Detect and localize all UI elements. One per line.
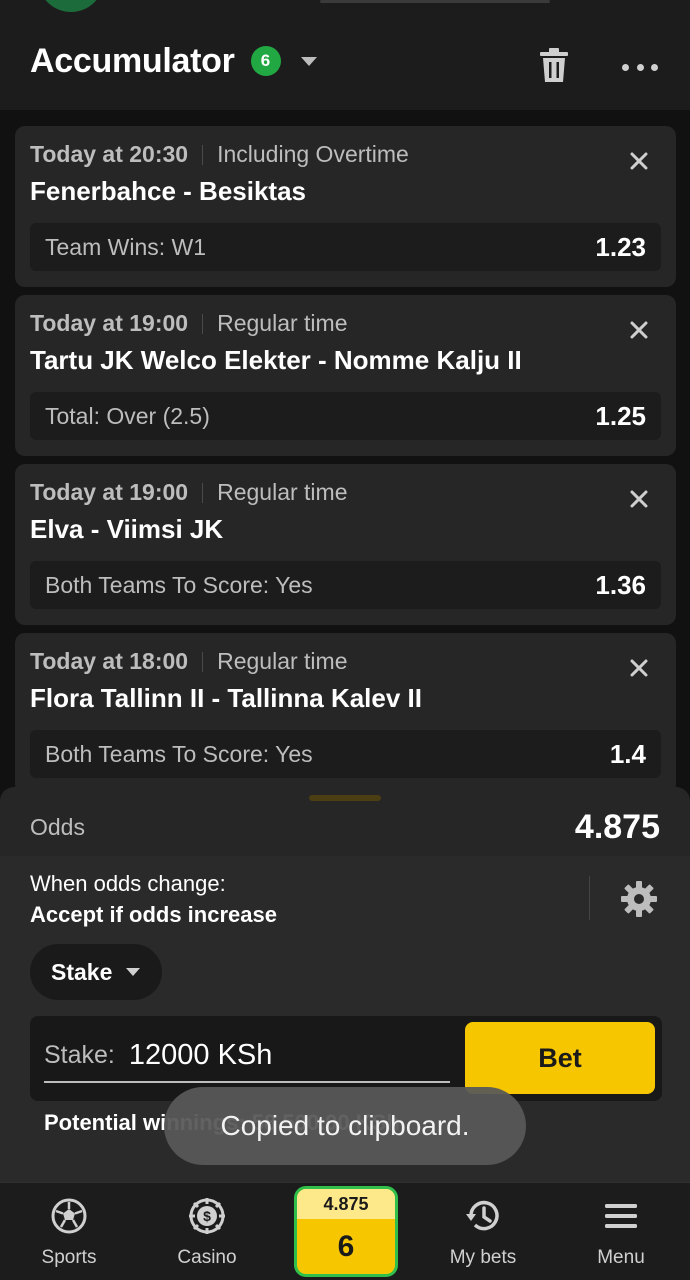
match-name: Tartu JK Welco Elekter - Nomme Kalju II — [30, 345, 522, 375]
event-time: Today at 19:00 — [30, 479, 189, 505]
selection-outcome: Total: Over (2.5) 1.25 — [30, 392, 661, 440]
selection-odd: 1.23 — [595, 231, 646, 262]
nav-label: My bets — [449, 1247, 517, 1268]
svg-text:$: $ — [203, 1208, 211, 1224]
selection-outcome: Both Teams To Score: Yes 1.36 — [30, 561, 661, 609]
selection-outcome: Both Teams To Score: Yes 1.4 — [30, 730, 661, 778]
nav-item-my-bets[interactable]: My bets — [423, 1197, 543, 1277]
close-icon[interactable] — [628, 488, 650, 510]
trash-icon[interactable] — [540, 48, 568, 82]
stake-type-label: Stake — [51, 958, 113, 985]
top-remnant — [0, 0, 690, 12]
clipboard-toast: Copied to clipboard. — [164, 1087, 526, 1165]
selection-card: Today at 20:30 Including Overtime Fenerba… — [15, 126, 676, 287]
event-period: Regular time — [217, 310, 348, 336]
match-name: Elva - Viimsi JK — [30, 514, 224, 544]
selection-card: Today at 19:00 Regular time Elva - Viimsi… — [15, 464, 676, 625]
event-time: Today at 19:00 — [30, 310, 189, 336]
page-title: Accumulator — [30, 41, 235, 80]
selection-meta: Today at 20:30 Including Overtime — [30, 141, 409, 168]
casino-chip-icon: $ — [189, 1198, 225, 1234]
close-icon[interactable] — [628, 319, 650, 341]
selection-outcome: Team Wins: W1 1.23 — [30, 223, 661, 271]
stake-input[interactable]: Stake: 12000 KSh — [44, 1030, 450, 1083]
betslip-header: Accumulator 6 — [0, 12, 690, 110]
nav-label: Sports — [41, 1247, 97, 1268]
selection-meta: Today at 19:00 Regular time — [30, 479, 347, 506]
nav-item-casino[interactable]: $ Casino — [147, 1197, 267, 1277]
soccer-ball-icon — [51, 1198, 87, 1234]
nav-label: Menu — [597, 1247, 645, 1268]
divider — [589, 876, 590, 920]
total-odds-label: Odds — [30, 814, 85, 840]
market-label: Total: Over (2.5) — [45, 402, 210, 429]
match-name: Flora Tallinn II - Tallinna Kalev II — [30, 683, 422, 713]
nav-label: Casino — [177, 1247, 237, 1268]
scroll-bar-remnant — [320, 0, 550, 3]
place-bet-button[interactable]: Bet — [465, 1022, 655, 1094]
avatar-remnant — [38, 0, 104, 12]
market-label: Both Teams To Score: Yes — [45, 740, 313, 767]
close-icon[interactable] — [628, 150, 650, 172]
selection-meta: Today at 19:00 Regular time — [30, 310, 347, 337]
stake-amount[interactable]: 12000 KSh — [129, 1039, 273, 1072]
total-odds-row: Odds 4.875 — [0, 799, 690, 856]
odds-change-label: When odds change: — [30, 871, 226, 896]
event-time: Today at 20:30 — [30, 141, 189, 167]
betslip-button[interactable]: 4.875 6 — [294, 1186, 398, 1277]
selection-count-badge: 6 — [250, 46, 281, 76]
event-period: Regular time — [217, 479, 348, 505]
betslip-screen: Accumulator 6 Today at 20:30 Including Ov… — [0, 0, 690, 1280]
odds-change-option[interactable]: Accept if odds increase — [30, 902, 277, 928]
hamburger-menu-icon — [605, 1204, 637, 1228]
history-icon — [466, 1200, 499, 1231]
selection-odd: 1.36 — [595, 569, 646, 600]
betslip-total-odds: 4.875 — [297, 1189, 395, 1219]
gear-icon[interactable] — [620, 880, 658, 918]
match-name: Fenerbahce - Besiktas — [30, 176, 307, 206]
event-period: Regular time — [217, 648, 348, 674]
nav-item-sports[interactable]: Sports — [9, 1197, 129, 1277]
stake-type-dropdown[interactable]: Stake — [30, 944, 162, 1000]
selections-list: Today at 20:30 Including Overtime Fenerba… — [0, 110, 690, 800]
selection-card: Today at 19:00 Regular time Tartu JK Welc… — [15, 295, 676, 456]
chevron-down-icon — [126, 968, 141, 976]
event-time: Today at 18:00 — [30, 648, 189, 674]
stake-input-label: Stake: — [44, 1041, 115, 1069]
chevron-down-icon[interactable] — [300, 56, 317, 66]
selection-card: Today at 18:00 Regular time Flora Tallinn… — [15, 633, 676, 794]
selection-odd: 1.4 — [609, 738, 646, 769]
selection-odd: 1.25 — [595, 400, 646, 431]
total-odds-value: 4.875 — [574, 808, 660, 846]
nav-item-menu[interactable]: Menu — [561, 1197, 681, 1277]
more-options-icon[interactable] — [622, 62, 658, 72]
market-label: Team Wins: W1 — [45, 233, 207, 260]
selection-meta: Today at 18:00 Regular time — [30, 648, 347, 675]
close-icon[interactable] — [628, 657, 650, 679]
market-label: Both Teams To Score: Yes — [45, 571, 313, 598]
betslip-selection-count: 6 — [337, 1229, 355, 1263]
event-period: Including Overtime — [217, 141, 409, 167]
